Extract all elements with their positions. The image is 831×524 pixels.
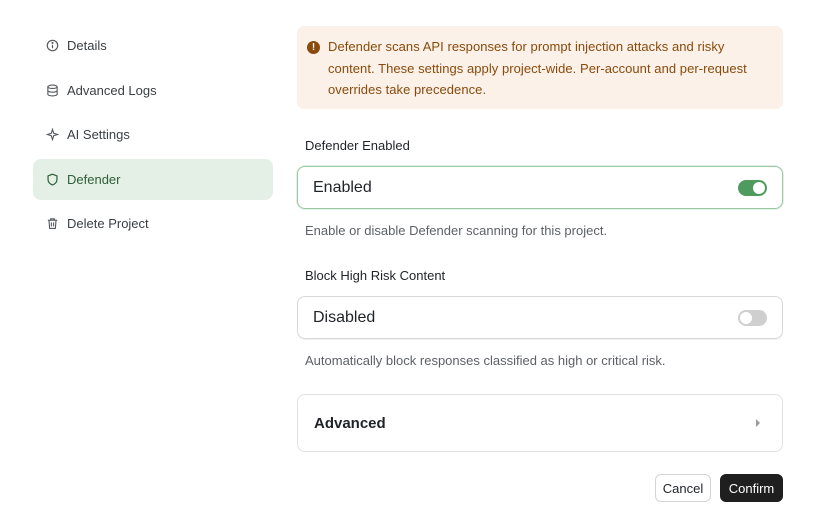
defender-settings-panel: ! Defender scans API responses for promp…: [297, 26, 783, 452]
block-high-risk-help: Automatically block responses classified…: [305, 353, 666, 368]
sidebar-item-advanced-logs[interactable]: Advanced Logs: [33, 70, 273, 111]
defender-enabled-field[interactable]: Enabled: [297, 166, 783, 209]
chevron-right-icon: [756, 419, 760, 427]
sidebar-item-label: Advanced Logs: [67, 82, 157, 98]
shield-icon: [45, 172, 59, 186]
sidebar-item-defender[interactable]: Defender: [33, 158, 273, 200]
defender-enabled-label: Defender Enabled: [305, 138, 410, 153]
block-high-risk-toggle[interactable]: [738, 309, 767, 326]
trash-icon: [45, 217, 59, 231]
sidebar-item-label: Details: [67, 38, 107, 53]
sparkle-icon: [45, 128, 59, 142]
sidebar-item-details[interactable]: Details: [33, 25, 273, 66]
dialog-actions: Cancel Confirm: [655, 474, 783, 502]
defender-enabled-help: Enable or disable Defender scanning for …: [305, 223, 608, 238]
advanced-section-toggle[interactable]: Advanced: [297, 394, 783, 452]
advanced-label: Advanced: [314, 414, 386, 432]
sidebar-item-label: Delete Project: [67, 216, 149, 231]
sidebar: Details Advanced Logs AI Settings Defend…: [33, 25, 273, 248]
defender-enabled-toggle[interactable]: [738, 179, 767, 196]
sidebar-item-label: Defender: [67, 171, 121, 187]
cancel-button[interactable]: Cancel: [655, 474, 711, 502]
sidebar-item-delete-project[interactable]: Delete Project: [33, 203, 273, 244]
block-high-risk-value: Disabled: [313, 308, 376, 326]
notice-text: Defender scans API responses for prompt …: [328, 39, 747, 97]
block-high-risk-field[interactable]: Disabled: [297, 296, 783, 339]
warning-icon: !: [307, 41, 320, 54]
confirm-button[interactable]: Confirm: [720, 474, 783, 502]
block-high-risk-label: Block High Risk Content: [305, 268, 446, 283]
sidebar-item-label: AI Settings: [67, 127, 130, 142]
defender-enabled-value: Enabled: [313, 178, 372, 196]
info-icon: [45, 39, 59, 53]
info-notice: ! Defender scans API responses for promp…: [297, 26, 783, 109]
database-icon: [45, 83, 59, 97]
sidebar-item-ai-settings[interactable]: AI Settings: [33, 114, 273, 155]
